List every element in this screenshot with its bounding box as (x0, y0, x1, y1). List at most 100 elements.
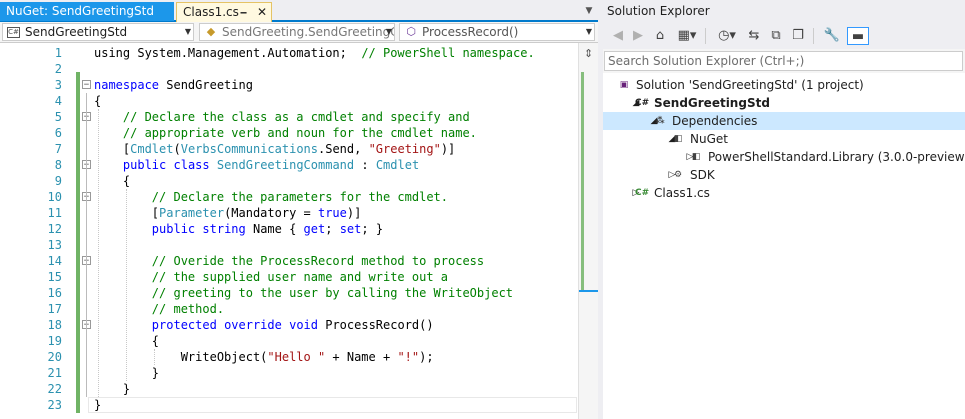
code-line[interactable]: [Cmdlet(VerbsCommunications.Send, "Greet… (94, 141, 455, 157)
code-line[interactable]: namespace SendGreeting (94, 77, 253, 93)
code-line[interactable]: // the supplied user name and write out … (94, 269, 448, 285)
collapse-all-icon[interactable]: ⧉ (767, 27, 785, 45)
line-number: 5 (54, 110, 62, 124)
code-token: // greeting to the user by calling the W… (94, 286, 514, 300)
change-tracking-bar (76, 72, 80, 413)
code-line[interactable]: public class SendGreetingCommand : Cmdle… (94, 157, 419, 173)
code-line[interactable]: // greeting to the user by calling the W… (94, 285, 513, 301)
code-token: // Declare the parameters for the cmdlet… (94, 190, 449, 204)
chevron-down-icon: ▼ (385, 27, 392, 36)
line-number: 15 (47, 270, 62, 284)
code-line[interactable]: // Overide the ProcessRecord method to p… (94, 253, 484, 269)
pin-icon[interactable]: 🗕 (240, 3, 247, 22)
forward-icon[interactable]: ▶ (629, 27, 647, 45)
history-icon[interactable]: ◷▾ (713, 27, 741, 45)
code-token: "Hello " (267, 350, 326, 364)
code-editor[interactable]: 1234567891011121314151617181920212223 −−… (0, 43, 598, 419)
scrollbar-caret-marker (579, 290, 599, 292)
tree-item-sendgreetingstd[interactable]: ◢ C# SendGreetingStd (603, 94, 965, 112)
code-line[interactable]: } (94, 381, 130, 397)
properties-icon[interactable]: 🔧 (823, 27, 841, 45)
outline-guide-line (86, 269, 87, 365)
code-line[interactable]: { (94, 173, 130, 189)
switch-views-icon[interactable]: ▦▾ (673, 27, 701, 45)
line-number: 18 (47, 318, 62, 332)
member-dropdown[interactable]: ⬡ ProcessRecord() ▼ (399, 23, 595, 41)
tree-item-solution-sendgreetingstd-1-project[interactable]: ▣ Solution 'SendGreetingStd' (1 project) (603, 76, 965, 94)
copy-icon[interactable]: ❐ (789, 27, 807, 45)
code-line[interactable]: WriteObject("Hello " + Name + "!"); (94, 349, 434, 365)
line-number: 9 (54, 174, 62, 188)
tree-item-label: Dependencies (672, 114, 758, 128)
collapse-region-icon[interactable]: − (82, 80, 91, 90)
tab-label: Class1.cs (183, 5, 239, 19)
tab-nuget-sendgreetingstd[interactable]: NuGet: SendGreetingStd (0, 2, 174, 21)
tab-class1-cs[interactable]: Class1.cs 🗕 ✕ (176, 2, 272, 22)
line-number: 23 (47, 398, 62, 412)
code-token: string (202, 222, 246, 236)
split-window-icon[interactable]: ⇕ (584, 47, 593, 60)
current-line-highlight (88, 397, 577, 413)
code-line[interactable]: [Parameter(Mandatory = true)] (94, 205, 362, 221)
code-token: ; } (361, 222, 384, 236)
code-line[interactable]: // method. (94, 301, 224, 317)
code-token: // the supplied user name and write out … (94, 270, 449, 284)
vertical-scrollbar[interactable]: ⇕ (578, 43, 599, 419)
solution-explorer-title: Solution Explorer (603, 0, 965, 23)
tree-item-nuget[interactable]: ◢ ◧ NuGet (603, 130, 965, 148)
solution-explorer-search-input[interactable]: Search Solution Explorer (Ctrl+;) (604, 51, 963, 71)
home-icon[interactable]: ⌂ (651, 27, 669, 45)
line-number: 16 (47, 286, 62, 300)
back-icon[interactable]: ◀ (609, 27, 627, 45)
tab-overflow-chevron-icon[interactable]: ▼ (582, 2, 596, 20)
indent-guide (154, 349, 155, 365)
line-number: 17 (47, 302, 62, 316)
code-token: + Name + (325, 350, 398, 364)
solution-tree[interactable]: ▣ Solution 'SendGreetingStd' (1 project) ◢… (603, 73, 965, 419)
line-number: 12 (47, 222, 62, 236)
code-line[interactable]: // Declare the parameters for the cmdlet… (94, 189, 448, 205)
code-token: // PowerShell namespace. (361, 46, 535, 60)
method-icon: ⬡ (406, 25, 416, 38)
preview-icon[interactable]: ▬ (847, 27, 869, 45)
code-token: namespace (94, 78, 160, 92)
code-line[interactable]: using System.Management.Automation; // P… (94, 45, 535, 61)
close-icon[interactable]: ✕ (257, 3, 267, 22)
tree-item-powershellstandard-library-3-0-0-preview-01[interactable]: ▷ ◧ PowerShellStandard.Library (3.0.0-prev… (603, 148, 965, 166)
sdk-icon: ⚙ (673, 170, 683, 180)
code-token: // Declare the class as a cmdlet and spe… (94, 110, 470, 124)
code-token: "!" (397, 350, 420, 364)
code-token: )] (346, 206, 362, 220)
tree-item-dependencies[interactable]: ◢ ⁂ Dependencies (603, 112, 965, 130)
code-line[interactable]: protected override void ProcessRecord() (94, 317, 434, 333)
class-icon: ◆ (206, 25, 216, 38)
sync-icon[interactable]: ⇆ (745, 27, 763, 45)
code-line[interactable]: // appropriate verb and noun for the cmd… (94, 125, 477, 141)
code-line[interactable]: // Declare the class as a cmdlet and spe… (94, 109, 470, 125)
scrollbar-change-map (581, 72, 584, 292)
code-token: protected (151, 318, 217, 332)
tree-item-sdk[interactable]: ▷ ⚙ SDK (603, 166, 965, 184)
line-number: 11 (47, 206, 62, 220)
code-token: Cmdlet (130, 142, 174, 156)
tree-item-class1-cs[interactable]: ▷ C# Class1.cs (603, 184, 965, 202)
code-token: ); (419, 350, 434, 364)
code-token: { (94, 174, 131, 188)
solution-explorer-toolbar: ◀ ▶ ⌂ ▦▾ ◷▾ ⇆ ⧉ ❐ 🔧 ▬ (603, 23, 965, 49)
project-dropdown[interactable]: C# SendGreetingStd ▼ (2, 23, 194, 41)
code-line[interactable]: public string Name { get; set; } (94, 221, 383, 237)
code-line[interactable]: { (94, 93, 101, 109)
class-dropdown[interactable]: ◆ SendGreeting.SendGreetingCo ▼ (199, 23, 395, 41)
outline-guide-line (86, 125, 87, 141)
chevron-down-icon: ▼ (184, 27, 191, 36)
code-token: void (289, 318, 318, 332)
code-token: ProcessRecord() (318, 318, 434, 332)
line-number: 10 (47, 190, 62, 204)
package-icon: ◧ (691, 152, 701, 162)
code-token: )] (440, 142, 456, 156)
code-token: "Greeting" (368, 142, 441, 156)
toolbar-separator (813, 28, 814, 44)
